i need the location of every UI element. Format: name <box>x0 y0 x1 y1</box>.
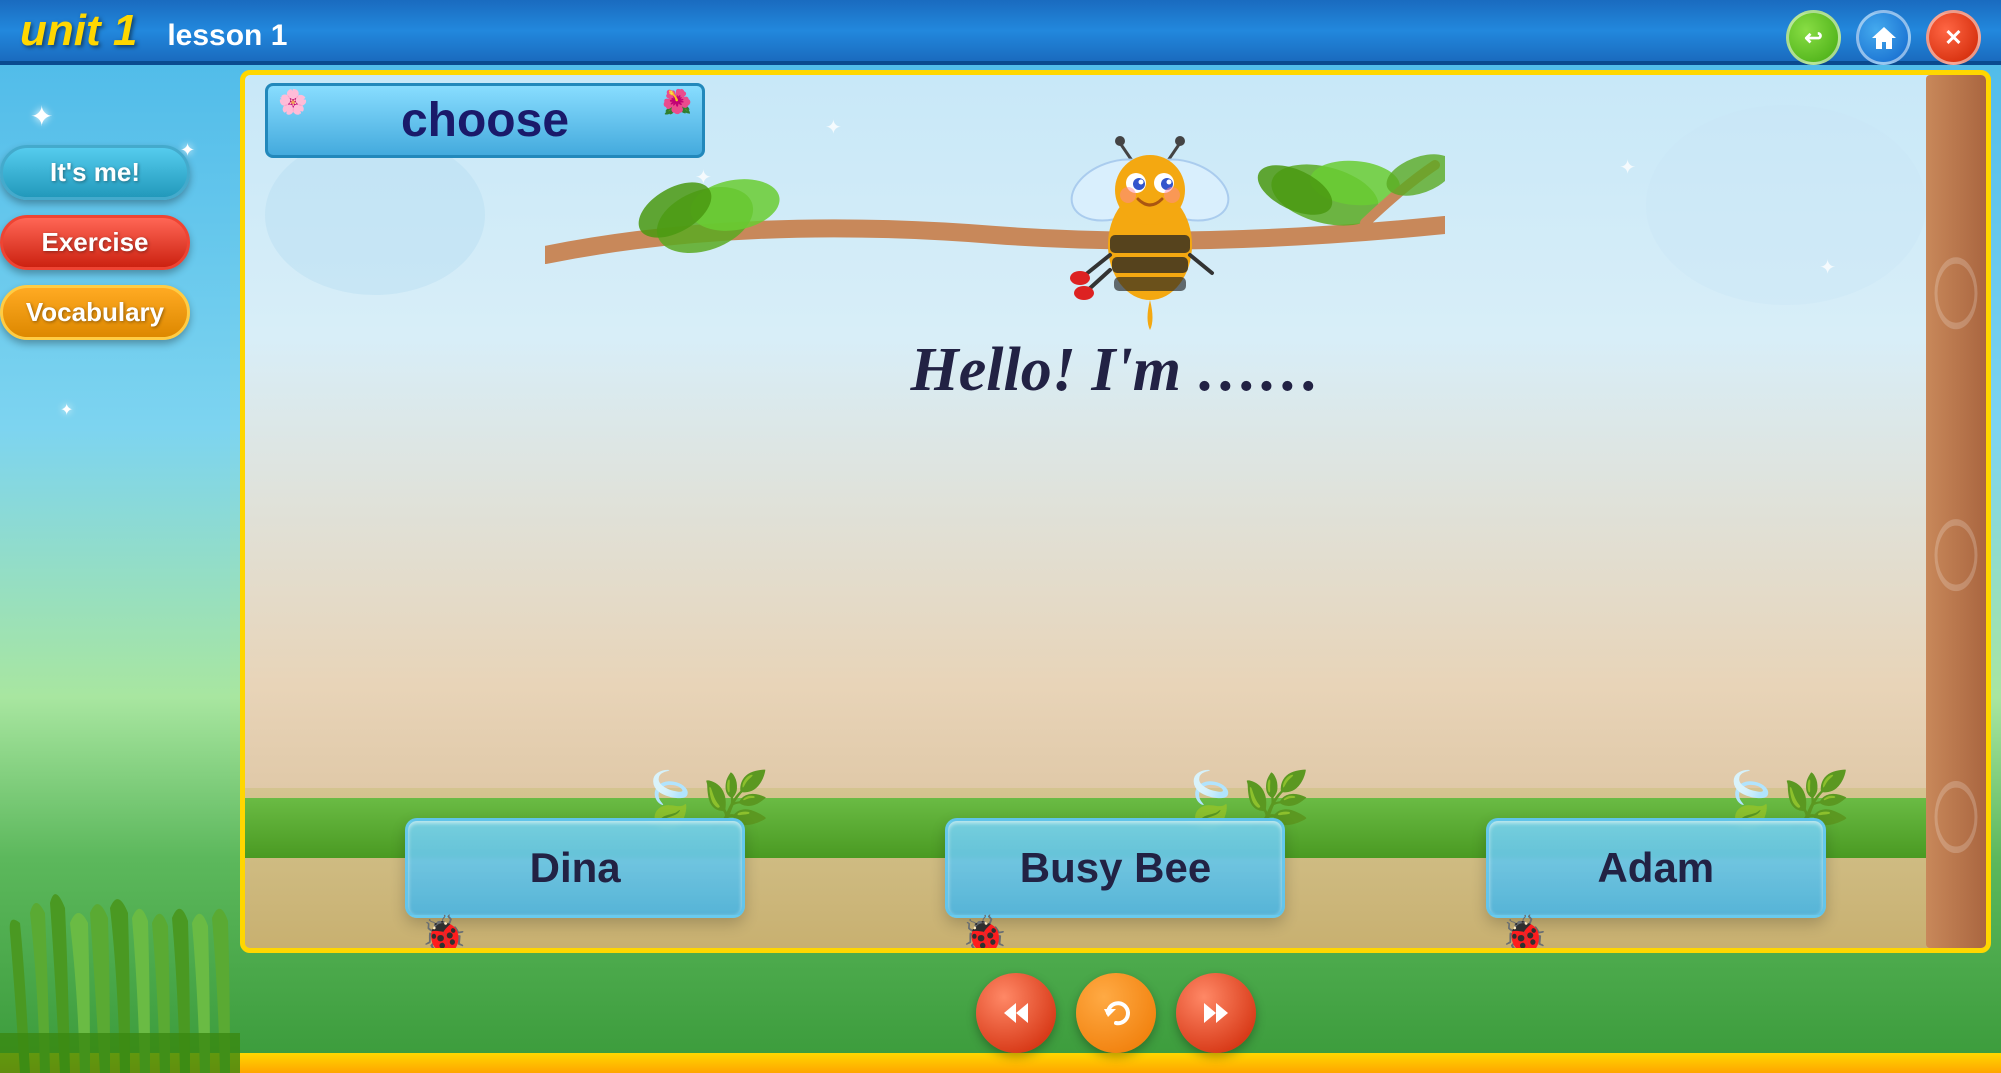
dina-answer-button[interactable]: Dina <box>405 818 745 918</box>
busybee-answer-button[interactable]: Busy Bee <box>945 818 1285 918</box>
unit-label: unit 1 <box>20 6 137 56</box>
sidebar: It's me! Exercise Vocabulary <box>0 65 235 1073</box>
hello-text: Hello! I'm …… <box>911 335 1321 406</box>
banner-flower-left: 🌸 <box>278 88 308 117</box>
ladybug-deco-3: 🐞 <box>1501 914 1548 953</box>
vocabulary-button[interactable]: Vocabulary <box>0 285 190 340</box>
banner-flower-right: 🌺 <box>662 88 692 117</box>
home-button[interactable] <box>1856 10 1911 65</box>
adam-answer-button[interactable]: Adam <box>1486 818 1826 918</box>
close-button[interactable]: ✕ <box>1926 10 1981 65</box>
tree-branch <box>545 135 1445 295</box>
header-bar: unit 1 lesson 1 ↩ ✕ <box>0 0 2001 65</box>
bee-character <box>1050 135 1250 335</box>
ladybug-deco-2: 🐞 <box>960 914 1007 953</box>
rewind-button[interactable] <box>976 973 1056 1053</box>
busybee-answer-wrapper: 🍃🌿 Busy Bee 🐞 <box>945 818 1285 918</box>
sky-decoration-right <box>1646 105 1926 305</box>
back-button[interactable]: ↩ <box>1786 10 1841 65</box>
header-controls: ↩ ✕ <box>1786 10 1981 65</box>
dina-answer-wrapper: 🍃🌿 Dina 🐞 <box>405 818 745 918</box>
bottom-navigation <box>240 968 1991 1058</box>
itsme-button[interactable]: It's me! <box>0 145 190 200</box>
ladybug-deco-1: 🐞 <box>420 914 467 953</box>
main-content-area: ✦ ✦ ✦ ✦ 🌸 choose 🌺 <box>240 70 1991 953</box>
lesson-label: lesson 1 <box>167 19 287 53</box>
answer-buttons-container: 🍃🌿 Dina 🐞 🍃🌿 Busy Bee 🐞 🍃🌿 Adam 🐞 <box>245 818 1986 918</box>
choose-banner: 🌸 choose 🌺 <box>265 83 705 158</box>
refresh-button[interactable] <box>1076 973 1156 1053</box>
scene-sparkle-3: ✦ <box>1819 255 1836 280</box>
choose-label: choose <box>401 93 569 148</box>
header-title: unit 1 lesson 1 <box>20 6 287 56</box>
exercise-button[interactable]: Exercise <box>0 215 190 270</box>
forward-button[interactable] <box>1176 973 1256 1053</box>
adam-answer-wrapper: 🍃🌿 Adam 🐞 <box>1486 818 1826 918</box>
scene-sparkle-4: ✦ <box>1619 155 1636 180</box>
sky-decoration-left <box>265 135 485 295</box>
